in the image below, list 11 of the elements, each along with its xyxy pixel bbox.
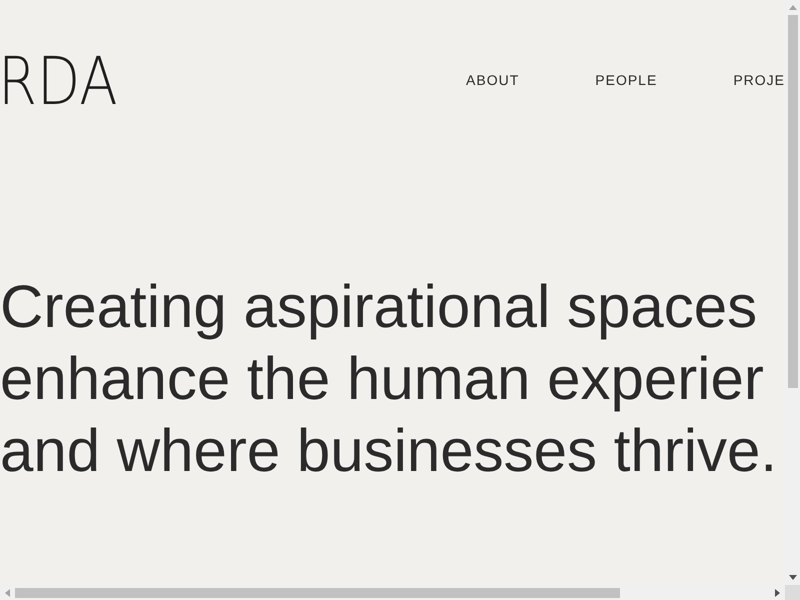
headline: Creating aspirational spaces enhance the human experier and where businesses thrive. bbox=[0, 272, 778, 486]
down-triangle-icon[interactable] bbox=[788, 575, 796, 580]
logo[interactable]: RDA bbox=[0, 49, 118, 115]
nav-link[interactable]: PROJE bbox=[733, 72, 785, 88]
up-triangle-icon[interactable] bbox=[788, 5, 796, 10]
left-triangle-icon[interactable] bbox=[5, 588, 10, 596]
scrollbar-thumb[interactable] bbox=[15, 588, 620, 598]
nav-link[interactable]: PEOPLE bbox=[595, 72, 658, 88]
nav-link[interactable]: ABOUT bbox=[466, 72, 520, 88]
scrollbar-thumb[interactable] bbox=[788, 15, 798, 388]
right-triangle-icon[interactable] bbox=[775, 588, 780, 596]
